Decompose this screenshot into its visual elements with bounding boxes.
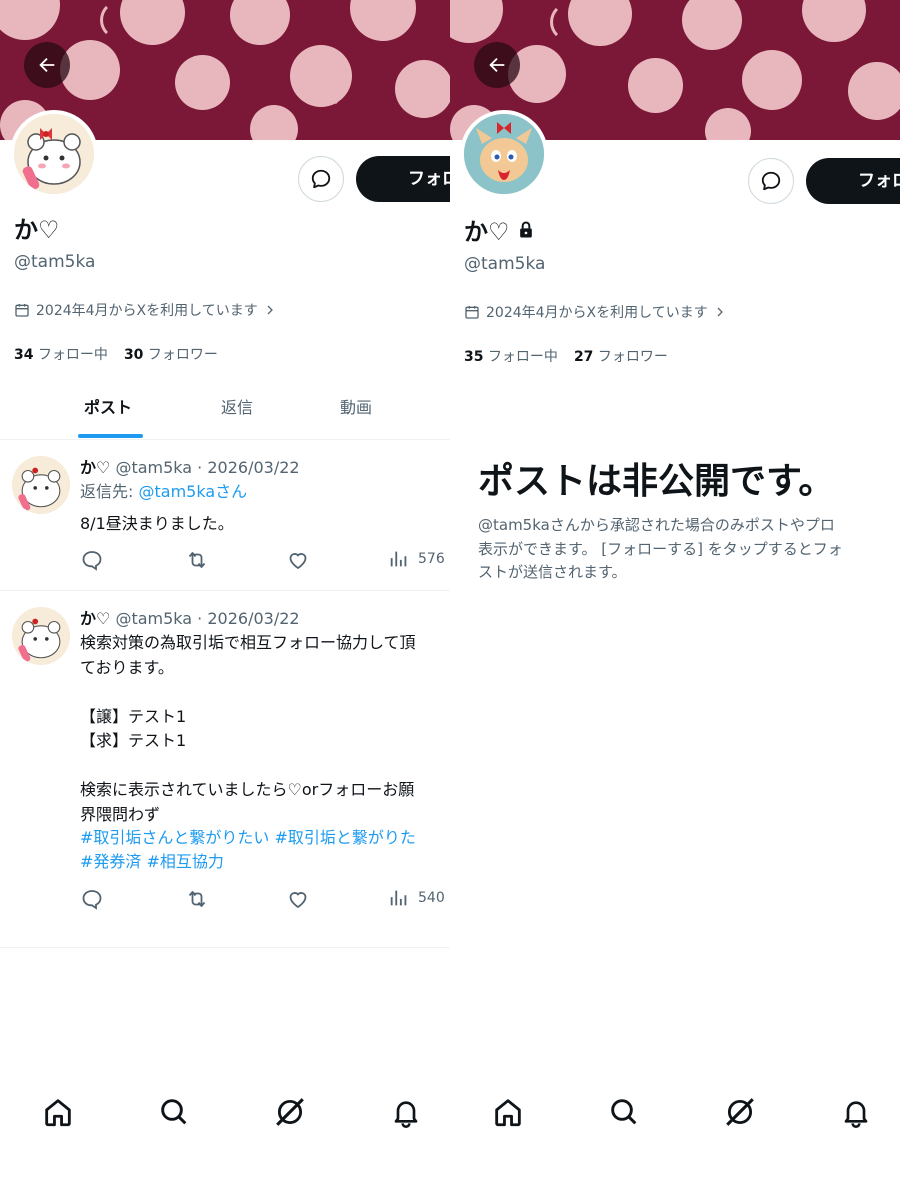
repost-icon: [188, 891, 206, 907]
followers-link[interactable]: 27 フォロワー: [574, 349, 668, 365]
followers-link[interactable]: 30 フォロワー: [124, 347, 218, 363]
grok-icon: [726, 1098, 754, 1126]
notifications-icon: [844, 1101, 868, 1128]
tab-videos[interactable]: 動画: [340, 394, 372, 418]
post-actions: 576: [80, 548, 450, 572]
nav-search[interactable]: [604, 1092, 644, 1132]
post-avatar[interactable]: [12, 456, 70, 514]
private-notice-title: ポストは非公開です。: [478, 461, 835, 502]
display-name: か♡: [14, 216, 60, 244]
follow-stats: 34 フォロー中 30 フォロワー: [14, 344, 218, 364]
joined-date[interactable]: 2024年4月からXを利用しています: [464, 302, 726, 322]
nav-notifications[interactable]: [386, 1092, 426, 1132]
tab-posts[interactable]: ポスト: [84, 394, 132, 418]
nav-search[interactable]: [154, 1092, 194, 1132]
hashtag-links[interactable]: #発券済 #相互協力: [80, 852, 224, 871]
grok-icon: [276, 1098, 304, 1126]
follow-button[interactable]: フォロー: [356, 156, 450, 202]
post-avatar[interactable]: [12, 607, 70, 665]
hashtag-links[interactable]: #取引垢さんと繋がりたい #取引垢と繋がりた: [80, 828, 416, 847]
like-button[interactable]: [286, 548, 310, 572]
profile-handle: @tam5ka: [464, 254, 546, 274]
like-button[interactable]: [286, 887, 310, 911]
profile-tabs: ポスト 返信 動画: [0, 384, 450, 440]
back-button[interactable]: [24, 42, 70, 88]
post-hashtags: #発券済 #相互協力: [80, 850, 450, 875]
repost-button[interactable]: [184, 548, 210, 572]
notifications-icon: [394, 1101, 418, 1128]
bottom-nav: [450, 1080, 900, 1150]
avatar[interactable]: [10, 110, 98, 198]
chevron-right-icon: [717, 307, 723, 317]
calendar-icon: [465, 306, 479, 319]
post-item[interactable]: か♡ @tam5ka · 2026/03/22 返信先: @tam5kaさん 8…: [0, 440, 450, 591]
calendar-icon: [15, 304, 29, 317]
message-icon: [311, 169, 331, 189]
nav-notifications[interactable]: [836, 1092, 876, 1132]
following-link[interactable]: 34 フォロー中: [14, 347, 108, 363]
lock-icon: [519, 221, 532, 237]
views-icon: [390, 890, 407, 906]
post-hashtags: #取引垢さんと繋がりたい #取引垢と繋がりた: [80, 826, 450, 851]
reply-to-line: 返信先: @tam5kaさん: [80, 482, 248, 501]
private-notice-description: @tam5kaさんから承認された場合のみポストやプロ 表示ができます。 [フォロ…: [478, 516, 843, 581]
profile-screen-public: フォロー か♡ @tam5ka 2024年4月からXを利用しています 34 フォ…: [0, 0, 450, 1200]
post-item[interactable]: か♡ @tam5ka · 2026/03/22 検索対策の為取引垢で相互フォロー…: [0, 591, 450, 948]
repost-button[interactable]: [184, 887, 210, 911]
post-header: か♡ @tam5ka · 2026/03/22: [80, 458, 300, 477]
reply-button[interactable]: [80, 548, 104, 572]
profile-screen-private: フォロー か♡ @tam5ka 2024年4月からXを利用しています 35 フォ…: [450, 0, 900, 1200]
tab-replies[interactable]: 返信: [221, 394, 253, 418]
heart-icon: [289, 553, 307, 570]
search-icon: [161, 1099, 187, 1125]
message-button[interactable]: [748, 158, 794, 204]
nav-home[interactable]: [38, 1092, 78, 1132]
post-text: 8/1昼決まりました。: [80, 514, 234, 533]
search-icon: [611, 1099, 637, 1125]
repost-icon: [188, 552, 206, 568]
post-text: 検索対策の為取引垢で相互フォロー協力して頂 ております。 【譲】テスト1 【求】…: [80, 633, 416, 824]
nav-home[interactable]: [488, 1092, 528, 1132]
views-button[interactable]: 540: [388, 887, 445, 909]
reply-to-link[interactable]: @tam5kaさん: [138, 482, 247, 501]
follow-stats: 35 フォロー中 27 フォロワー: [464, 346, 668, 366]
arrow-left-icon: [39, 57, 55, 73]
reply-icon: [82, 551, 102, 571]
display-name: か♡: [464, 212, 536, 247]
home-icon: [45, 1099, 71, 1127]
bottom-nav: [0, 1080, 450, 1150]
post-header: か♡ @tam5ka · 2026/03/22: [80, 609, 300, 628]
message-icon: [761, 171, 781, 191]
views-button[interactable]: 576: [388, 548, 445, 570]
post-actions: 540: [80, 887, 450, 911]
views-icon: [390, 551, 407, 567]
home-icon: [495, 1099, 521, 1127]
back-button[interactable]: [474, 42, 520, 88]
message-button[interactable]: [298, 156, 344, 202]
chevron-right-icon: [267, 305, 273, 315]
joined-date[interactable]: 2024年4月からXを利用しています: [14, 300, 276, 320]
following-link[interactable]: 35 フォロー中: [464, 349, 558, 365]
reply-icon: [82, 890, 102, 910]
profile-handle: @tam5ka: [14, 252, 96, 272]
heart-icon: [289, 892, 307, 909]
reply-button[interactable]: [80, 887, 104, 911]
follow-button[interactable]: フォロー: [806, 158, 900, 204]
nav-grok[interactable]: [720, 1092, 760, 1132]
avatar[interactable]: [460, 110, 548, 198]
nav-grok[interactable]: [270, 1092, 310, 1132]
arrow-left-icon: [489, 57, 505, 73]
tab-indicator: [78, 434, 143, 438]
